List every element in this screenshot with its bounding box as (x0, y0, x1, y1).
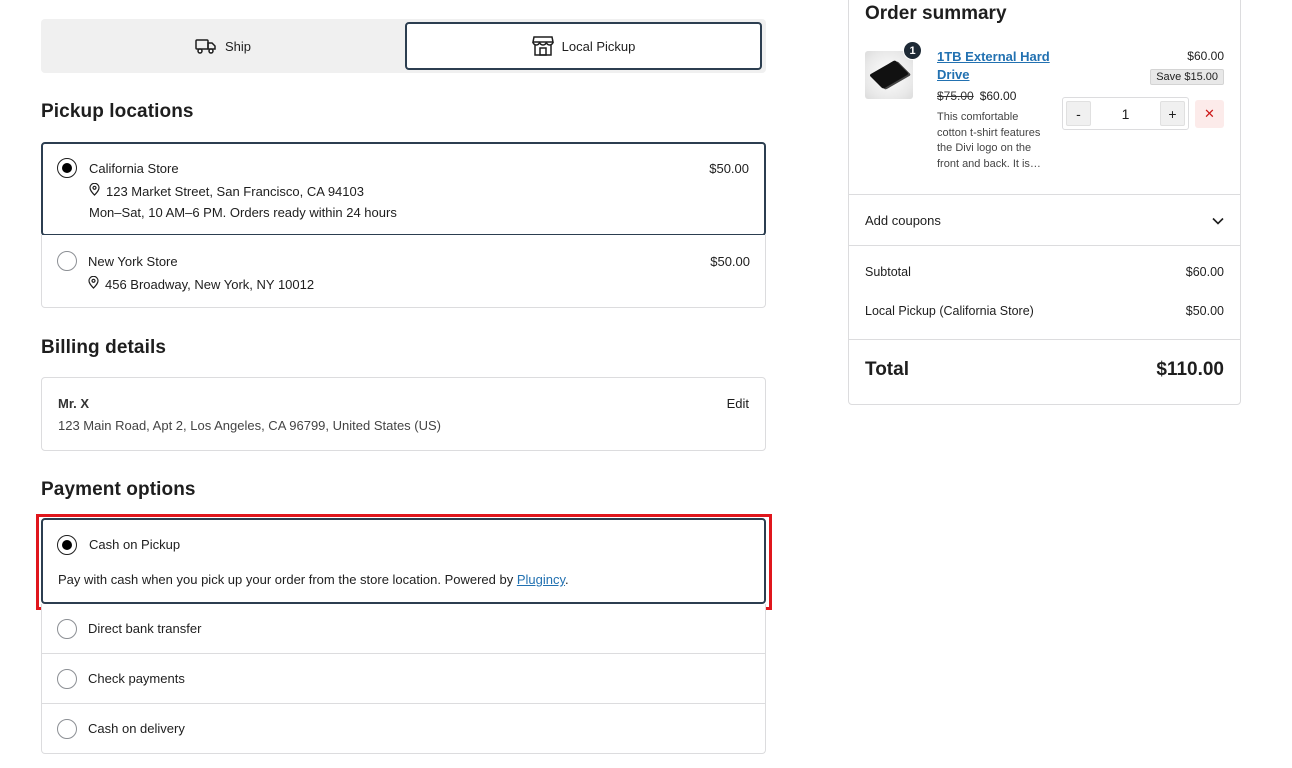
payment-option-label: Direct bank transfer (88, 621, 202, 636)
quantity-decrease-button[interactable]: - (1066, 101, 1091, 126)
payment-options-heading: Payment options (41, 479, 196, 500)
product-old-price: $75.00 (937, 89, 974, 103)
pickup-radio-california[interactable] (57, 158, 77, 178)
payment-option-direct-bank-transfer[interactable]: Direct bank transfer (41, 604, 766, 654)
pickup-locations-heading: Pickup locations (41, 101, 194, 122)
chevron-down-icon (1212, 213, 1224, 228)
order-summary-heading: Order summary (865, 3, 1007, 24)
total-row: Total $110.00 (865, 359, 1224, 381)
pickup-location-california[interactable]: California Store $50.00 123 Market Stree… (41, 142, 766, 236)
map-pin-icon (89, 182, 100, 199)
product-thumbnail (865, 51, 913, 99)
billing-name: Mr. X (58, 396, 90, 411)
payment-description-text: Pay with cash when you pick up your orde… (58, 572, 517, 587)
billing-details-heading: Billing details (41, 337, 167, 358)
subtotal-value: $60.00 (1185, 265, 1224, 279)
pickup-address-text: 456 Broadway, New York, NY 10012 (105, 276, 315, 292)
pickup-location-address: 456 Broadway, New York, NY 10012 (88, 275, 315, 292)
billing-edit-button[interactable]: Edit (727, 396, 749, 411)
subtotal-row: Subtotal $60.00 (865, 265, 1224, 279)
product-line-total: $60.00 (1187, 49, 1224, 63)
shipping-row: Local Pickup (California Store) $50.00 (865, 304, 1224, 318)
save-badge: Save $15.00 (1150, 69, 1224, 85)
billing-address-card: Mr. X 123 Main Road, Apt 2, Los Angeles,… (41, 377, 766, 451)
add-coupons-label: Add coupons (865, 213, 941, 228)
quantity-badge: 1 (903, 41, 922, 60)
pickup-location-name: California Store (89, 161, 179, 176)
pickup-location-address: 123 Market Street, San Francisco, CA 941… (89, 182, 364, 199)
quantity-value[interactable]: 1 (1122, 106, 1130, 122)
payment-radio-direct-bank-transfer[interactable] (57, 619, 77, 639)
ship-option-button[interactable]: Ship (41, 22, 405, 70)
shipping-value: $50.00 (1185, 304, 1224, 318)
payment-option-cash-on-pickup[interactable]: Cash on Pickup Pay with cash when you pi… (41, 518, 766, 604)
pickup-location-new-york[interactable]: New York Store $50.00 456 Broadway, New … (41, 235, 766, 308)
pickup-location-hours: Mon–Sat, 10 AM–6 PM. Orders ready within… (89, 205, 397, 220)
payment-description-end: . (565, 572, 569, 587)
pickup-address-text: 123 Market Street, San Francisco, CA 941… (106, 183, 364, 199)
pickup-locations-list: California Store $50.00 123 Market Stree… (41, 142, 766, 308)
divider (849, 339, 1240, 340)
shipping-method-toggle: Ship Local Pickup (41, 19, 766, 73)
shipping-label: Local Pickup (California Store) (865, 304, 1034, 318)
truck-icon (195, 38, 217, 54)
billing-address: 123 Main Road, Apt 2, Los Angeles, CA 96… (58, 418, 442, 433)
divider (849, 245, 1240, 246)
product-prices: $75.00 $60.00 (937, 89, 1016, 103)
ship-option-label: Ship (224, 38, 252, 54)
pickup-radio-new-york[interactable] (57, 251, 77, 271)
payment-option-label: Check payments (88, 671, 185, 686)
payment-option-label: Cash on delivery (88, 721, 185, 736)
payment-option-description: Pay with cash when you pick up your orde… (58, 572, 569, 587)
order-summary-panel: Order summary 1 1TB External Hard Drive … (848, 0, 1241, 405)
local-pickup-option-label: Local Pickup (561, 38, 636, 54)
payment-radio-cash-on-delivery[interactable] (57, 719, 77, 739)
quantity-increase-button[interactable]: + (1159, 101, 1185, 126)
payment-radio-cash-on-pickup[interactable] (57, 535, 77, 555)
payment-radio-check-payments[interactable] (57, 669, 77, 689)
total-value: $110.00 (1156, 359, 1224, 380)
pickup-location-price: $50.00 (709, 161, 749, 176)
payment-option-label: Cash on Pickup (89, 537, 181, 552)
subtotal-label: Subtotal (865, 265, 911, 279)
store-icon (531, 36, 554, 56)
remove-item-button[interactable]: ✕ (1195, 100, 1224, 128)
product-name-link[interactable]: 1TB External Hard Drive (937, 48, 1055, 84)
total-label: Total (865, 359, 909, 380)
plugincy-link[interactable]: Plugincy (517, 572, 565, 587)
pickup-location-name: New York Store (88, 254, 178, 269)
local-pickup-option-button[interactable]: Local Pickup (405, 22, 762, 70)
divider (849, 194, 1240, 195)
pickup-location-price: $50.00 (710, 254, 750, 269)
payment-options-list: Direct bank transfer Check payments Cash… (41, 604, 766, 754)
payment-option-check-payments[interactable]: Check payments (41, 654, 766, 704)
payment-option-cash-on-delivery[interactable]: Cash on delivery (41, 704, 766, 754)
quantity-stepper: - 1 + (1062, 97, 1189, 130)
add-coupons-toggle[interactable]: Add coupons (865, 213, 1224, 228)
product-price: $60.00 (979, 89, 1017, 103)
map-pin-icon (88, 275, 99, 292)
product-description: This comfortable cotton t-shirt features… (937, 111, 1041, 170)
